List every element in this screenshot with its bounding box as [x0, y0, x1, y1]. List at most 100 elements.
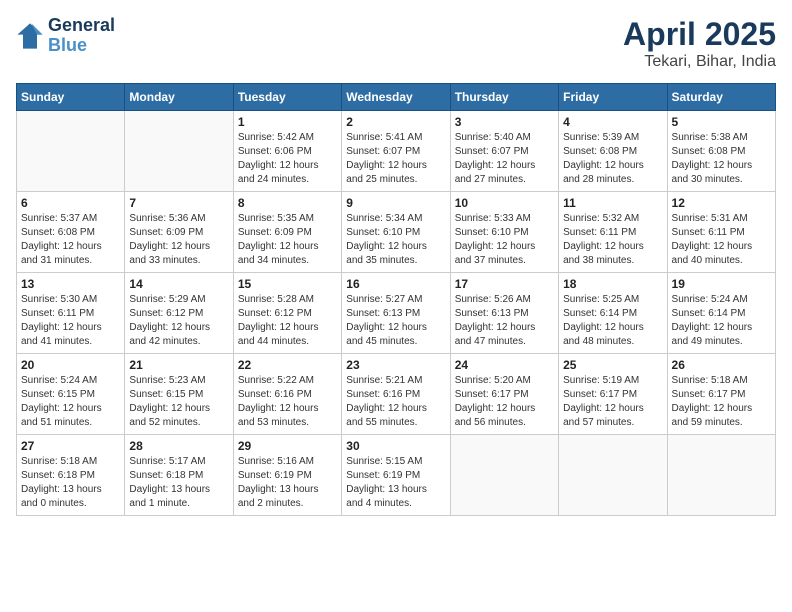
title-block: April 2025 Tekari, Bihar, India [623, 16, 776, 71]
logo-text: General Blue [48, 16, 115, 56]
day-number: 21 [129, 358, 228, 372]
location-title: Tekari, Bihar, India [623, 53, 776, 71]
day-number: 27 [21, 439, 120, 453]
calendar-cell: 9 Sunrise: 5:34 AMSunset: 6:10 PMDaylight… [342, 192, 450, 273]
calendar-header-monday: Monday [125, 84, 233, 111]
calendar-cell [559, 435, 667, 516]
calendar-cell: 3 Sunrise: 5:40 AMSunset: 6:07 PMDaylight… [450, 111, 558, 192]
day-number: 7 [129, 196, 228, 210]
calendar-cell: 1Sunrise: 5:42 AMSunset: 6:06 PMDaylight… [233, 111, 341, 192]
day-detail: Sunrise: 5:35 AMSunset: 6:09 PMDaylight:… [238, 212, 337, 268]
calendar-cell: 16 Sunrise: 5:27 AMSunset: 6:13 PMDayligh… [342, 273, 450, 354]
calendar-header-sunday: Sunday [17, 84, 125, 111]
month-title: April 2025 [623, 16, 776, 53]
calendar-header-thursday: Thursday [450, 84, 558, 111]
calendar-cell [450, 435, 558, 516]
day-number: 30 [346, 439, 445, 453]
day-number: 17 [455, 277, 554, 291]
day-number: 14 [129, 277, 228, 291]
day-detail: Sunrise: 5:27 AMSunset: 6:13 PMDaylight:… [346, 293, 445, 349]
calendar-cell: 13Sunrise: 5:30 AMSunset: 6:11 PMDayligh… [17, 273, 125, 354]
calendar-header-row: SundayMondayTuesdayWednesdayThursdayFrid… [17, 84, 776, 111]
day-detail: Sunrise: 5:41 AMSunset: 6:07 PMDaylight:… [346, 131, 445, 187]
calendar-week-row: 6 Sunrise: 5:37 AMSunset: 6:08 PMDaylight… [17, 192, 776, 273]
calendar-header-saturday: Saturday [667, 84, 775, 111]
calendar-cell: 5Sunrise: 5:38 AMSunset: 6:08 PMDaylight… [667, 111, 775, 192]
calendar-header-friday: Friday [559, 84, 667, 111]
calendar-week-row: 13Sunrise: 5:30 AMSunset: 6:11 PMDayligh… [17, 273, 776, 354]
calendar-cell: 26 Sunrise: 5:18 AMSunset: 6:17 PMDayligh… [667, 354, 775, 435]
day-detail: Sunrise: 5:34 AMSunset: 6:10 PMDaylight:… [346, 212, 445, 268]
day-number: 1 [238, 115, 337, 129]
calendar-cell [17, 111, 125, 192]
day-detail: Sunrise: 5:17 AMSunset: 6:18 PMDaylight:… [129, 455, 228, 511]
day-detail: Sunrise: 5:33 AMSunset: 6:10 PMDaylight:… [455, 212, 554, 268]
day-detail: Sunrise: 5:24 AMSunset: 6:15 PMDaylight:… [21, 374, 120, 430]
calendar-cell: 30 Sunrise: 5:15 AMSunset: 6:19 PMDayligh… [342, 435, 450, 516]
calendar-cell: 8 Sunrise: 5:35 AMSunset: 6:09 PMDaylight… [233, 192, 341, 273]
calendar-week-row: 20 Sunrise: 5:24 AMSunset: 6:15 PMDayligh… [17, 354, 776, 435]
day-detail: Sunrise: 5:21 AMSunset: 6:16 PMDaylight:… [346, 374, 445, 430]
day-detail: Sunrise: 5:18 AMSunset: 6:18 PMDaylight:… [21, 455, 120, 511]
day-detail: Sunrise: 5:16 AMSunset: 6:19 PMDaylight:… [238, 455, 337, 511]
calendar-cell: 2 Sunrise: 5:41 AMSunset: 6:07 PMDaylight… [342, 111, 450, 192]
day-detail: Sunrise: 5:26 AMSunset: 6:13 PMDaylight:… [455, 293, 554, 349]
day-number: 25 [563, 358, 662, 372]
day-number: 15 [238, 277, 337, 291]
day-number: 24 [455, 358, 554, 372]
calendar-cell: 11Sunrise: 5:32 AMSunset: 6:11 PMDayligh… [559, 192, 667, 273]
day-detail: Sunrise: 5:19 AMSunset: 6:17 PMDaylight:… [563, 374, 662, 430]
day-number: 9 [346, 196, 445, 210]
calendar-cell: 20 Sunrise: 5:24 AMSunset: 6:15 PMDayligh… [17, 354, 125, 435]
day-number: 13 [21, 277, 120, 291]
calendar-header-tuesday: Tuesday [233, 84, 341, 111]
calendar-header-wednesday: Wednesday [342, 84, 450, 111]
calendar-cell: 7Sunrise: 5:36 AMSunset: 6:09 PMDaylight… [125, 192, 233, 273]
day-number: 26 [672, 358, 771, 372]
day-number: 28 [129, 439, 228, 453]
day-number: 2 [346, 115, 445, 129]
day-detail: Sunrise: 5:29 AMSunset: 6:12 PMDaylight:… [129, 293, 228, 349]
day-number: 8 [238, 196, 337, 210]
day-number: 3 [455, 115, 554, 129]
calendar-cell: 17 Sunrise: 5:26 AMSunset: 6:13 PMDayligh… [450, 273, 558, 354]
day-detail: Sunrise: 5:39 AMSunset: 6:08 PMDaylight:… [563, 131, 662, 187]
day-detail: Sunrise: 5:28 AMSunset: 6:12 PMDaylight:… [238, 293, 337, 349]
day-detail: Sunrise: 5:23 AMSunset: 6:15 PMDaylight:… [129, 374, 228, 430]
calendar-cell: 23 Sunrise: 5:21 AMSunset: 6:16 PMDayligh… [342, 354, 450, 435]
day-number: 16 [346, 277, 445, 291]
day-number: 6 [21, 196, 120, 210]
day-number: 22 [238, 358, 337, 372]
day-detail: Sunrise: 5:31 AMSunset: 6:11 PMDaylight:… [672, 212, 771, 268]
day-detail: Sunrise: 5:20 AMSunset: 6:17 PMDaylight:… [455, 374, 554, 430]
day-number: 29 [238, 439, 337, 453]
day-detail: Sunrise: 5:38 AMSunset: 6:08 PMDaylight:… [672, 131, 771, 187]
calendar-cell: 25 Sunrise: 5:19 AMSunset: 6:17 PMDayligh… [559, 354, 667, 435]
day-detail: Sunrise: 5:15 AMSunset: 6:19 PMDaylight:… [346, 455, 445, 511]
day-number: 12 [672, 196, 771, 210]
day-detail: Sunrise: 5:40 AMSunset: 6:07 PMDaylight:… [455, 131, 554, 187]
calendar-cell [125, 111, 233, 192]
calendar-cell: 19 Sunrise: 5:24 AMSunset: 6:14 PMDayligh… [667, 273, 775, 354]
calendar-week-row: 27 Sunrise: 5:18 AMSunset: 6:18 PMDayligh… [17, 435, 776, 516]
day-number: 23 [346, 358, 445, 372]
logo-icon [16, 22, 44, 50]
calendar-cell: 6 Sunrise: 5:37 AMSunset: 6:08 PMDaylight… [17, 192, 125, 273]
day-detail: Sunrise: 5:18 AMSunset: 6:17 PMDaylight:… [672, 374, 771, 430]
calendar-cell: 12 Sunrise: 5:31 AMSunset: 6:11 PMDayligh… [667, 192, 775, 273]
calendar-cell: 15 Sunrise: 5:28 AMSunset: 6:12 PMDayligh… [233, 273, 341, 354]
day-number: 19 [672, 277, 771, 291]
logo: General Blue [16, 16, 115, 56]
day-number: 4 [563, 115, 662, 129]
page-header: General Blue April 2025 Tekari, Bihar, I… [16, 16, 776, 71]
day-detail: Sunrise: 5:37 AMSunset: 6:08 PMDaylight:… [21, 212, 120, 268]
calendar-week-row: 1Sunrise: 5:42 AMSunset: 6:06 PMDaylight… [17, 111, 776, 192]
day-number: 10 [455, 196, 554, 210]
calendar-cell: 28 Sunrise: 5:17 AMSunset: 6:18 PMDayligh… [125, 435, 233, 516]
day-detail: Sunrise: 5:32 AMSunset: 6:11 PMDaylight:… [563, 212, 662, 268]
day-detail: Sunrise: 5:24 AMSunset: 6:14 PMDaylight:… [672, 293, 771, 349]
calendar-cell: 22Sunrise: 5:22 AMSunset: 6:16 PMDayligh… [233, 354, 341, 435]
calendar-cell [667, 435, 775, 516]
day-number: 20 [21, 358, 120, 372]
calendar-cell: 29 Sunrise: 5:16 AMSunset: 6:19 PMDayligh… [233, 435, 341, 516]
